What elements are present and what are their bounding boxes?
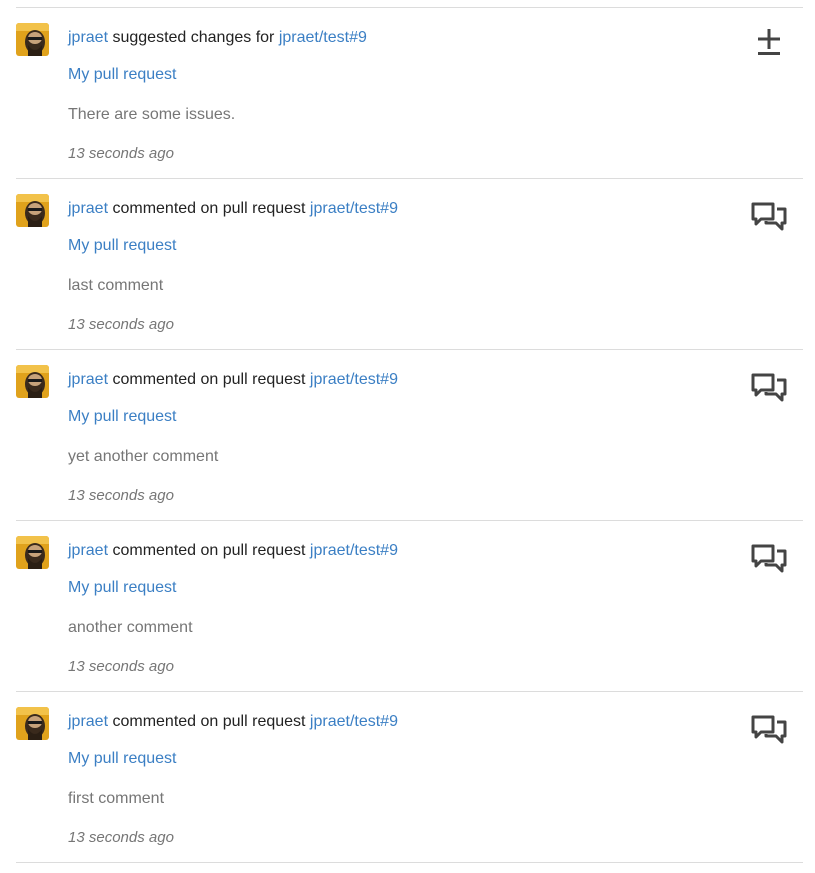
comment-body: first comment — [68, 790, 165, 807]
user-link[interactable]: jpraet — [68, 542, 108, 559]
activity-headline: jpraet suggested changes for jpraet/test… — [68, 28, 367, 48]
repo-issue-link[interactable]: jpraet/test#9 — [279, 29, 367, 46]
feed-item: jpraet suggested changes for jpraet/test… — [16, 8, 803, 179]
comment-discussion-icon — [751, 715, 787, 744]
comment-discussion-icon — [751, 202, 787, 231]
activity-headline: jpraet commented on pull request jpraet/… — [68, 370, 398, 390]
comment-discussion-icon — [751, 544, 787, 573]
repo-issue-link[interactable]: jpraet/test#9 — [310, 542, 398, 559]
activity-headline: jpraet commented on pull request jpraet/… — [68, 199, 398, 219]
timestamp: 13 seconds ago — [68, 316, 174, 333]
avatar[interactable] — [16, 365, 49, 398]
pull-request-title-link[interactable]: My pull request — [68, 578, 177, 598]
user-link[interactable]: jpraet — [68, 200, 108, 217]
activity-action: suggested changes for — [108, 29, 279, 46]
timestamp: 13 seconds ago — [68, 145, 174, 162]
diff-icon — [758, 29, 780, 55]
feed-item: jpraet commented on pull request jpraet/… — [16, 350, 803, 521]
pull-request-title-link[interactable]: My pull request — [68, 749, 177, 769]
activity-headline: jpraet commented on pull request jpraet/… — [68, 541, 398, 561]
avatar[interactable] — [16, 23, 49, 56]
user-link[interactable]: jpraet — [68, 29, 108, 46]
activity-action: commented on pull request — [108, 371, 310, 388]
activity-action: commented on pull request — [108, 542, 310, 559]
pull-request-title-link[interactable]: My pull request — [68, 236, 177, 256]
timestamp: 13 seconds ago — [68, 829, 174, 846]
feed-item: jpraet commented on pull request jpraet/… — [16, 179, 803, 350]
repo-issue-link[interactable]: jpraet/test#9 — [310, 713, 398, 730]
avatar[interactable] — [16, 536, 49, 569]
comment-body: yet another comment — [68, 448, 219, 465]
activity-headline: jpraet commented on pull request jpraet/… — [68, 712, 398, 732]
feed-item: jpraet commented on pull request jpraet/… — [16, 521, 803, 692]
feed-item: jpraet commented on pull request jpraet/… — [16, 692, 803, 863]
comment-body: last comment — [68, 277, 164, 294]
user-link[interactable]: jpraet — [68, 371, 108, 388]
avatar[interactable] — [16, 194, 49, 227]
pull-request-title-link[interactable]: My pull request — [68, 407, 177, 427]
timestamp: 13 seconds ago — [68, 487, 174, 504]
activity-feed: jpraet suggested changes for jpraet/test… — [16, 7, 803, 863]
pull-request-title-link[interactable]: My pull request — [68, 65, 177, 85]
comment-body: There are some issues. — [68, 106, 236, 123]
timestamp: 13 seconds ago — [68, 658, 174, 675]
activity-action: commented on pull request — [108, 713, 310, 730]
avatar[interactable] — [16, 707, 49, 740]
repo-issue-link[interactable]: jpraet/test#9 — [310, 200, 398, 217]
repo-issue-link[interactable]: jpraet/test#9 — [310, 371, 398, 388]
comment-body: another comment — [68, 619, 193, 636]
comment-discussion-icon — [751, 373, 787, 402]
user-link[interactable]: jpraet — [68, 713, 108, 730]
activity-action: commented on pull request — [108, 200, 310, 217]
